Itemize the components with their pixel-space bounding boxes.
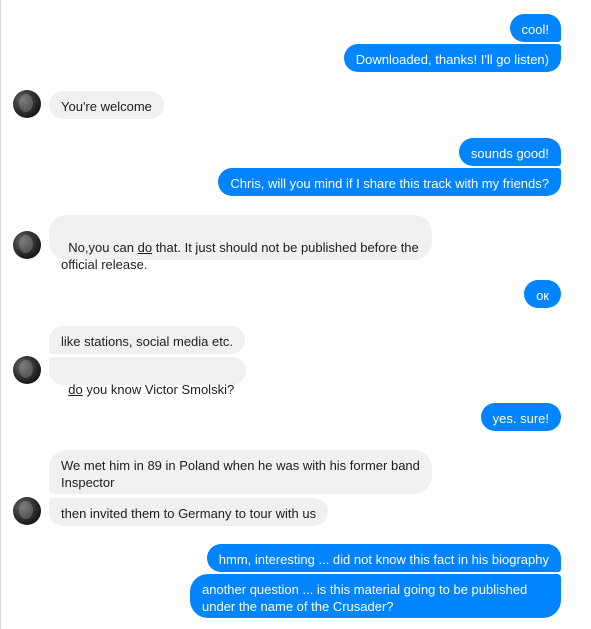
message-text-underlined: do	[68, 382, 83, 397]
message-bubble-incoming[interactable]: No,you can do that. It just should not b…	[49, 215, 432, 272]
message-bubble-outgoing[interactable]: ок	[524, 280, 561, 308]
message-bubble-outgoing[interactable]: cool!	[509, 14, 561, 42]
window-edge-divider	[0, 0, 1, 629]
message-bubble-incoming[interactable]: do you know Victor Smolski?	[49, 357, 247, 397]
contact-avatar-icon[interactable]	[13, 231, 41, 259]
contact-avatar-icon[interactable]	[13, 90, 41, 118]
message-text: No,you can	[68, 240, 138, 255]
message-bubble-incoming[interactable]: We met him in 89 in Poland when he was w…	[49, 450, 432, 494]
message-bubble-incoming[interactable]: like stations, social media etc.	[49, 326, 245, 354]
message-bubble-outgoing[interactable]: Downloaded, thanks! I'll go listen)	[343, 44, 561, 72]
message-bubble-outgoing[interactable]: Chris, will you mind if I share this tra…	[218, 168, 561, 196]
message-bubble-outgoing[interactable]: sounds good!	[458, 138, 561, 166]
contact-avatar-icon[interactable]	[13, 356, 41, 384]
message-text: you know Victor Smolski?	[82, 382, 235, 397]
message-bubble-incoming[interactable]: then invited them to Germany to tour wit…	[49, 498, 329, 526]
message-bubble-incoming[interactable]: You're welcome	[49, 91, 164, 119]
message-bubble-outgoing[interactable]: yes. sure!	[480, 403, 561, 431]
message-bubble-outgoing[interactable]: another question ... is this material go…	[190, 574, 561, 618]
message-text-underlined: do	[137, 240, 153, 255]
message-bubble-outgoing[interactable]: hmm, interesting ... did not know this f…	[206, 544, 561, 572]
contact-avatar-icon[interactable]	[13, 497, 41, 525]
